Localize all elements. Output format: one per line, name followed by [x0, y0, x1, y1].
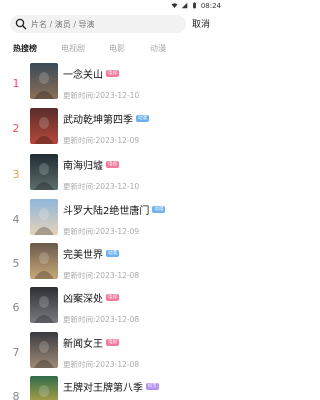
update-date: 2023-12-08 — [95, 360, 140, 369]
rank-number: 2 — [12, 122, 20, 135]
update-date: 2023-12-09 — [95, 136, 140, 145]
rank-number: 6 — [12, 301, 20, 314]
update-time: 更新时间:2023-12-10 — [63, 181, 139, 192]
list-item[interactable]: 2 武动乾坤第四季 动漫 更新时间:2023-12-09 — [0, 107, 225, 149]
status-bar: 08:24 — [0, 0, 225, 11]
update-time: 更新时间:2023-12-08 — [63, 314, 139, 325]
rank-number: 5 — [12, 257, 20, 270]
update-date: 2023-12-09 — [95, 227, 140, 236]
rank-number: 7 — [12, 346, 20, 359]
category-tabs: 热搜榜 电视剧 电影 动漫 — [0, 43, 225, 59]
poster-image[interactable] — [30, 376, 58, 400]
poster-art — [30, 376, 58, 400]
rank-number: 8 — [12, 390, 20, 400]
poster-art — [30, 63, 58, 99]
list-item[interactable]: 8王牌对王牌第八季综艺更新时间:2023-12-08 — [0, 375, 225, 400]
update-label: 更新时间: — [63, 182, 96, 191]
search-icon — [15, 18, 27, 30]
title-line: 斗罗大陆2绝世唐门 动漫 — [63, 203, 166, 217]
list-item[interactable]: 5 完美世界 动漫更新时间:2023-12-08 — [0, 242, 225, 284]
item-title: 南海归墟 — [63, 161, 103, 172]
rank-number: 3 — [12, 168, 20, 181]
update-date: 2023-12-10 — [95, 91, 140, 100]
poster-image[interactable] — [30, 108, 58, 144]
list-item[interactable]: 7 新闻女王 电视更新时间:2023-12-08 — [0, 331, 225, 373]
category-badge: 动漫 — [152, 206, 166, 213]
search-input[interactable] — [31, 17, 181, 31]
status-time: 08:24 — [200, 1, 221, 10]
tab-anime[interactable]: 动漫 — [150, 43, 166, 54]
list-item[interactable]: 6 凶案深处 电视更新时间:2023-12-08 — [0, 286, 225, 328]
category-badge: 动漫 — [106, 250, 119, 257]
item-title: 武动乾坤第四季 — [63, 115, 133, 126]
update-time: 更新时间:2023-12-08 — [63, 270, 139, 281]
rank-number: 1 — [12, 77, 20, 90]
list-item[interactable]: 4 斗罗大陆2绝世唐门 动漫 更新时间:2023-12-09 — [0, 198, 225, 240]
battery-icon — [192, 2, 196, 9]
poster-art — [30, 154, 58, 190]
update-time: 更新时间:2023-12-09 — [63, 135, 139, 146]
item-title: 斗罗大陆2绝世唐门 — [63, 206, 150, 217]
update-label: 更新时间: — [63, 315, 96, 324]
category-badge: 综艺 — [146, 383, 159, 390]
signal-icon — [181, 2, 188, 9]
poster-art — [30, 243, 58, 279]
update-time: 更新时间:2023-12-09 — [63, 226, 139, 237]
wifi-icon — [171, 3, 178, 8]
item-title: 新闻女王 — [63, 339, 103, 350]
update-label: 更新时间: — [63, 360, 96, 369]
title-line: 一念关山 电视 — [63, 67, 119, 81]
update-date: 2023-12-10 — [95, 182, 140, 191]
update-date: 2023-12-08 — [95, 315, 140, 324]
update-date: 2023-12-08 — [95, 271, 140, 280]
search-box[interactable] — [10, 15, 186, 33]
category-badge: 动漫 — [136, 115, 149, 122]
poster-image[interactable] — [30, 243, 58, 279]
title-line: 凶案深处 电视 — [63, 291, 119, 305]
item-title: 一念关山 — [63, 70, 103, 81]
poster-image[interactable] — [30, 63, 58, 99]
title-line: 武动乾坤第四季 动漫 — [63, 112, 149, 126]
tab-movies[interactable]: 电影 — [109, 43, 125, 54]
category-badge: 电视 — [106, 339, 119, 346]
poster-image[interactable] — [30, 332, 58, 368]
update-time: 更新时间:2023-12-08 — [63, 359, 139, 370]
item-title: 王牌对王牌第八季 — [63, 383, 143, 394]
poster-art — [30, 108, 58, 144]
poster-art — [30, 199, 58, 235]
cancel-button[interactable]: 取消 — [192, 17, 210, 30]
update-label: 更新时间: — [63, 271, 96, 280]
rank-number: 4 — [12, 213, 20, 226]
tab-tv-series[interactable]: 电视剧 — [61, 43, 85, 54]
item-title: 完美世界 — [63, 250, 103, 261]
category-badge: 电视 — [106, 294, 119, 301]
tab-hot-search[interactable]: 热搜榜 — [13, 43, 37, 54]
list-item[interactable]: 1 一念关山 电视更新时间:2023-12-10 — [0, 62, 225, 104]
category-badge: 电视 — [106, 161, 119, 168]
poster-art — [30, 287, 58, 323]
poster-image[interactable] — [30, 287, 58, 323]
title-line: 南海归墟 电视 — [63, 158, 119, 172]
update-time: 更新时间:2023-12-10 — [63, 90, 139, 101]
title-line: 王牌对王牌第八季 综艺 — [63, 380, 159, 394]
list-item[interactable]: 3 南海归墟 电视更新时间:2023-12-10 — [0, 153, 225, 195]
category-badge: 电视 — [106, 70, 119, 77]
poster-image[interactable] — [30, 199, 58, 235]
title-line: 新闻女王 电视 — [63, 336, 119, 350]
update-label: 更新时间: — [63, 91, 96, 100]
update-label: 更新时间: — [63, 227, 96, 236]
poster-art — [30, 332, 58, 368]
update-label: 更新时间: — [63, 136, 96, 145]
title-line: 完美世界 动漫 — [63, 247, 119, 261]
poster-image[interactable] — [30, 154, 58, 190]
item-title: 凶案深处 — [63, 294, 103, 305]
search-bar: 取消 — [0, 14, 225, 34]
